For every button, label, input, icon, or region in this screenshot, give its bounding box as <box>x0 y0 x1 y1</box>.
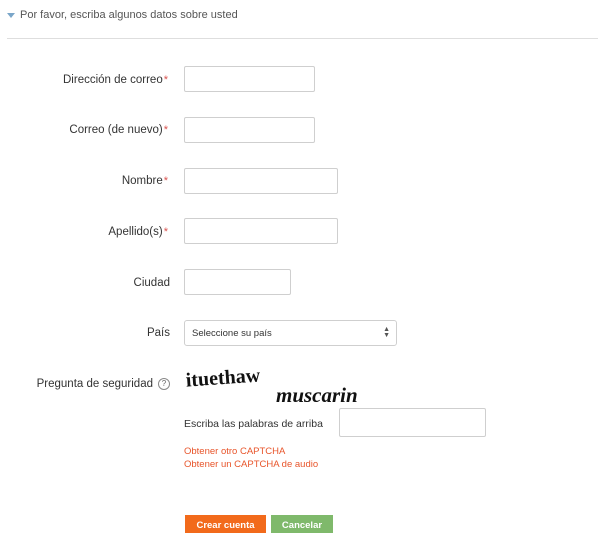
captcha-audio-link[interactable]: Obtener un CAPTCHA de audio <box>184 459 318 470</box>
section-header[interactable]: Por favor, escriba algunos datos sobre u… <box>7 9 238 21</box>
city-label: Ciudad <box>133 277 170 289</box>
svg-text:muscarin: muscarin <box>276 383 358 407</box>
captcha-image: ituethaw muscarin <box>185 364 358 407</box>
email-label: Dirección de correo* <box>63 74 168 86</box>
required-marker: * <box>163 226 168 238</box>
country-selected-value: Seleccione su país <box>192 327 272 339</box>
cancel-button[interactable]: Cancelar <box>271 515 333 533</box>
required-marker: * <box>163 124 168 136</box>
email-confirm-input[interactable] <box>184 117 315 143</box>
firstname-input[interactable] <box>184 168 338 194</box>
firstname-label: Nombre* <box>121 175 168 187</box>
section-title: Por favor, escriba algunos datos sobre u… <box>20 9 238 21</box>
captcha-refresh-link[interactable]: Obtener otro CAPTCHA <box>184 446 285 457</box>
email-confirm-label: Correo (de nuevo)* <box>69 124 168 136</box>
captcha-label: Pregunta de seguridad? <box>8 378 170 390</box>
city-input[interactable] <box>184 269 291 295</box>
svg-text:ituethaw: ituethaw <box>185 364 261 391</box>
email-input[interactable] <box>184 66 315 92</box>
country-label: País <box>146 327 170 339</box>
help-icon[interactable]: ? <box>158 378 170 390</box>
lastname-label: Apellido(s)* <box>108 226 168 238</box>
captcha-input[interactable] <box>339 408 486 437</box>
required-marker: * <box>163 175 168 187</box>
chevron-down-icon <box>7 12 15 18</box>
lastname-input[interactable] <box>184 218 338 244</box>
divider <box>7 38 598 39</box>
country-select[interactable]: Seleccione su país ▲ ▼ <box>184 320 397 346</box>
create-account-button[interactable]: Crear cuenta <box>185 515 266 533</box>
select-arrows-icon: ▲ ▼ <box>383 326 390 339</box>
captcha-input-label: Escriba las palabras de arriba <box>184 418 323 430</box>
required-marker: * <box>163 74 168 86</box>
